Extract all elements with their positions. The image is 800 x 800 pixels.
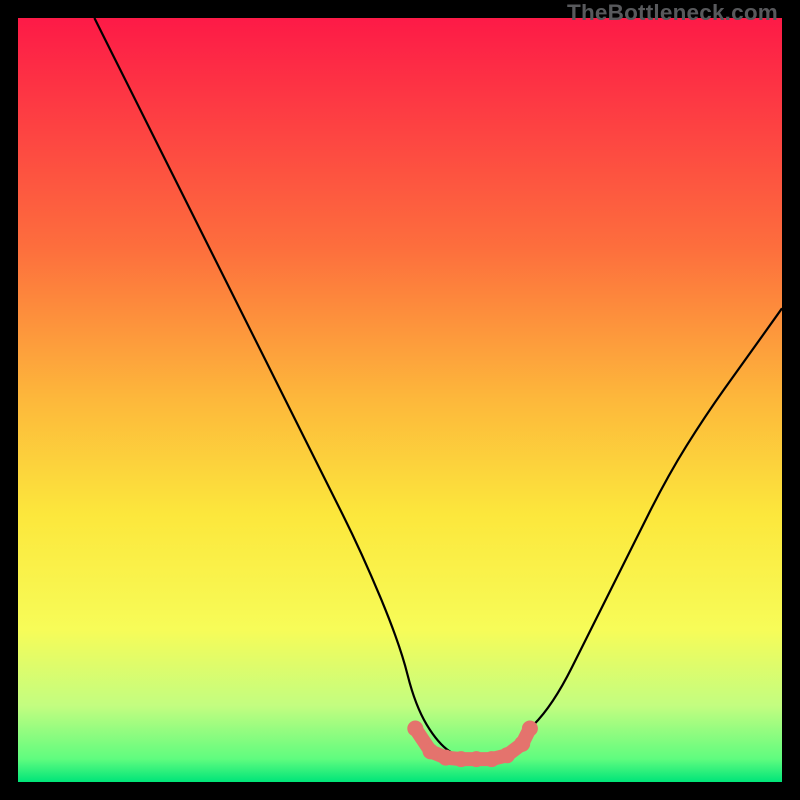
optimal-range-dot [484,751,500,767]
watermark-text: TheBottleneck.com [567,0,778,26]
gradient-background [18,18,782,782]
optimal-range-dot [423,743,439,759]
optimal-range-dot [438,750,454,766]
optimal-range-dot [514,736,530,752]
optimal-range-dot [453,751,469,767]
chart-frame [18,18,782,782]
bottleneck-chart [18,18,782,782]
optimal-range-dot [499,747,515,763]
optimal-range-dot [468,751,484,767]
optimal-range-dot [522,721,538,737]
optimal-range-dot [407,721,423,737]
